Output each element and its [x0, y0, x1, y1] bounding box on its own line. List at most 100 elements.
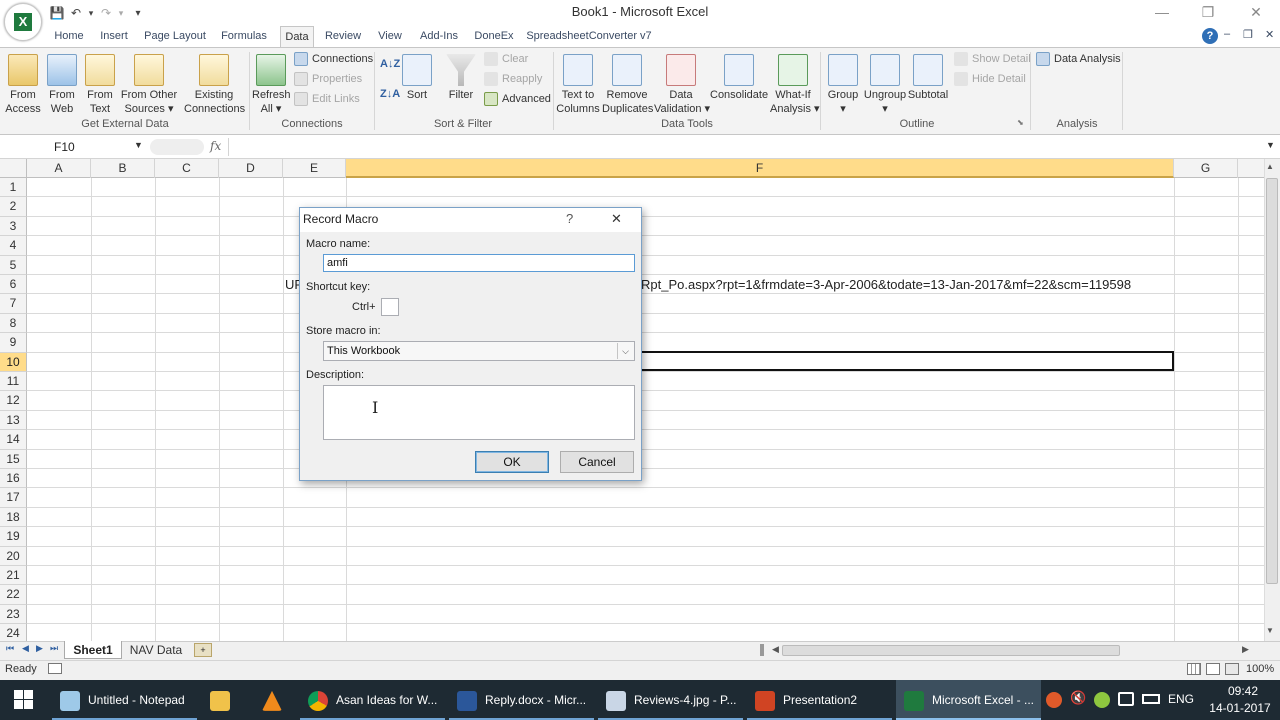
row-header[interactable]: 18: [0, 507, 27, 528]
tab-doneex[interactable]: DoneEx: [470, 26, 518, 48]
cell-f6[interactable]: Rpt_Po.aspx?rpt=1&frmdate=3-Apr-2006&tod…: [641, 277, 1131, 292]
ungroup-button[interactable]: Ungroup ▾: [862, 54, 908, 116]
clock-date[interactable]: 14-01-2017: [1205, 701, 1275, 715]
help-icon[interactable]: ?: [1202, 28, 1218, 44]
properties-button[interactable]: Properties: [294, 70, 362, 88]
what-if-analysis-button[interactable]: What-If Analysis ▾: [770, 54, 820, 116]
close-button[interactable]: ✕: [1236, 2, 1276, 22]
insert-sheet-icon[interactable]: +: [194, 643, 212, 657]
row-header[interactable]: 2: [0, 197, 27, 217]
column-header-e[interactable]: E: [283, 159, 346, 178]
formula-input[interactable]: [232, 138, 1260, 156]
clock-time[interactable]: 09:42: [1218, 684, 1268, 698]
column-header-a[interactable]: A: [27, 159, 91, 178]
page-break-view-icon[interactable]: [1225, 663, 1239, 675]
next-sheet-icon[interactable]: ▶: [36, 643, 43, 654]
tray-status-icon[interactable]: [1094, 692, 1110, 708]
row-header[interactable]: 11: [0, 372, 27, 392]
data-validation-button[interactable]: Data Validation ▾: [654, 54, 710, 116]
row-header[interactable]: 9: [0, 333, 27, 353]
tab-review[interactable]: Review: [320, 26, 366, 48]
column-header-d[interactable]: D: [219, 159, 283, 178]
scroll-down-icon[interactable]: ▼: [1266, 626, 1274, 635]
network-icon[interactable]: [1118, 692, 1134, 706]
name-box-dropdown-icon[interactable]: ▼: [134, 140, 143, 150]
row-header[interactable]: 19: [0, 527, 27, 547]
filter-button[interactable]: Filter: [444, 54, 478, 102]
language-indicator[interactable]: ENG: [1168, 692, 1194, 706]
restore-button[interactable]: ❐: [1188, 2, 1228, 22]
cancel-button[interactable]: Cancel: [560, 451, 634, 473]
chevron-down-icon[interactable]: ⌵: [617, 343, 633, 359]
expand-formula-bar-icon[interactable]: ▼: [1266, 140, 1275, 150]
row-header[interactable]: 15: [0, 449, 27, 469]
normal-view-icon[interactable]: [1187, 663, 1201, 675]
vertical-scroll-thumb[interactable]: [1266, 178, 1278, 584]
page-layout-view-icon[interactable]: [1206, 663, 1220, 675]
tab-add-ins[interactable]: Add-Ins: [414, 26, 464, 48]
row-header[interactable]: 4: [0, 236, 27, 256]
data-analysis-button[interactable]: Data Analysis: [1036, 50, 1121, 68]
column-header-g[interactable]: G: [1174, 159, 1238, 178]
taskbar-word[interactable]: Reply.docx - Micr...: [449, 680, 594, 720]
row-header[interactable]: 12: [0, 391, 27, 411]
macro-recording-icon[interactable]: [48, 663, 62, 674]
taskbar-powerpoint[interactable]: Presentation2: [747, 680, 892, 720]
show-detail-button[interactable]: Show Detail: [954, 50, 1031, 68]
row-header[interactable]: 21: [0, 566, 27, 586]
store-macro-select[interactable]: This Workbook: [323, 341, 635, 361]
row-header[interactable]: 16: [0, 469, 27, 489]
row-header[interactable]: 1: [0, 178, 27, 198]
formula-bar-resize-handle[interactable]: [150, 139, 204, 155]
ribbon-minimize-icon[interactable]: –: [1224, 28, 1230, 40]
tab-insert[interactable]: Insert: [94, 26, 134, 48]
description-textarea[interactable]: [323, 385, 635, 440]
reapply-button[interactable]: Reapply: [484, 70, 542, 88]
battery-icon[interactable]: [1142, 694, 1160, 704]
tab-page-layout[interactable]: Page Layout: [140, 26, 210, 48]
tab-formulas[interactable]: Formulas: [216, 26, 272, 48]
connections-button[interactable]: Connections: [294, 50, 373, 68]
row-header[interactable]: 22: [0, 585, 27, 605]
sort-a-to-z-icon[interactable]: A↓Z: [380, 58, 400, 70]
scroll-left-icon[interactable]: ◀: [772, 644, 779, 655]
tab-split-handle[interactable]: [760, 644, 764, 656]
taskbar-file-explorer[interactable]: [210, 680, 236, 720]
sort-z-to-a-icon[interactable]: Z↓A: [380, 88, 400, 100]
column-header-b[interactable]: B: [91, 159, 155, 178]
advanced-filter-button[interactable]: Advanced: [484, 90, 551, 108]
row-header[interactable]: 6: [0, 275, 27, 295]
windows-start-icon[interactable]: [14, 690, 34, 710]
clear-filter-button[interactable]: Clear: [484, 50, 528, 68]
scroll-up-icon[interactable]: ▲: [1266, 162, 1274, 171]
taskbar-paint[interactable]: Reviews-4.jpg - P...: [598, 680, 743, 720]
select-all-button[interactable]: [0, 159, 27, 178]
tab-data[interactable]: Data: [280, 26, 314, 48]
sheet-tab-sheet1[interactable]: Sheet1: [64, 641, 122, 659]
sort-button[interactable]: Sort: [400, 54, 434, 102]
horizontal-scroll-thumb[interactable]: [782, 645, 1120, 656]
shortcut-key-input[interactable]: [381, 298, 399, 316]
office-button[interactable]: X: [4, 3, 42, 41]
row-header[interactable]: 3: [0, 216, 27, 237]
hide-detail-button[interactable]: Hide Detail: [954, 70, 1026, 88]
from-access-button[interactable]: From Access: [4, 54, 42, 116]
taskbar-chrome[interactable]: Asan Ideas for W...: [300, 680, 445, 720]
minimize-button[interactable]: —: [1142, 2, 1182, 22]
insert-function-icon[interactable]: fx: [210, 139, 221, 153]
from-other-sources-button[interactable]: From Other Sources ▾: [120, 54, 178, 116]
tab-view[interactable]: View: [372, 26, 408, 48]
tab-spreadsheetconverter[interactable]: SpreadsheetConverter v7: [526, 26, 652, 48]
row-header[interactable]: 7: [0, 294, 27, 314]
dialog-launcher-icon[interactable]: ⬊: [1017, 118, 1024, 127]
from-text-button[interactable]: From Text: [82, 54, 118, 116]
row-header[interactable]: 17: [0, 488, 27, 508]
column-header-c[interactable]: C: [155, 159, 219, 178]
volume-muted-icon[interactable]: 🔇: [1070, 690, 1086, 706]
scroll-right-icon[interactable]: ▶: [1242, 644, 1249, 655]
ribbon-restore-icon[interactable]: ❐: [1243, 28, 1253, 41]
existing-connections-button[interactable]: Existing Connections: [184, 54, 245, 116]
row-header[interactable]: 10: [0, 352, 27, 372]
from-web-button[interactable]: From Web: [44, 54, 80, 116]
refresh-all-button[interactable]: Refresh All ▾: [252, 54, 291, 116]
